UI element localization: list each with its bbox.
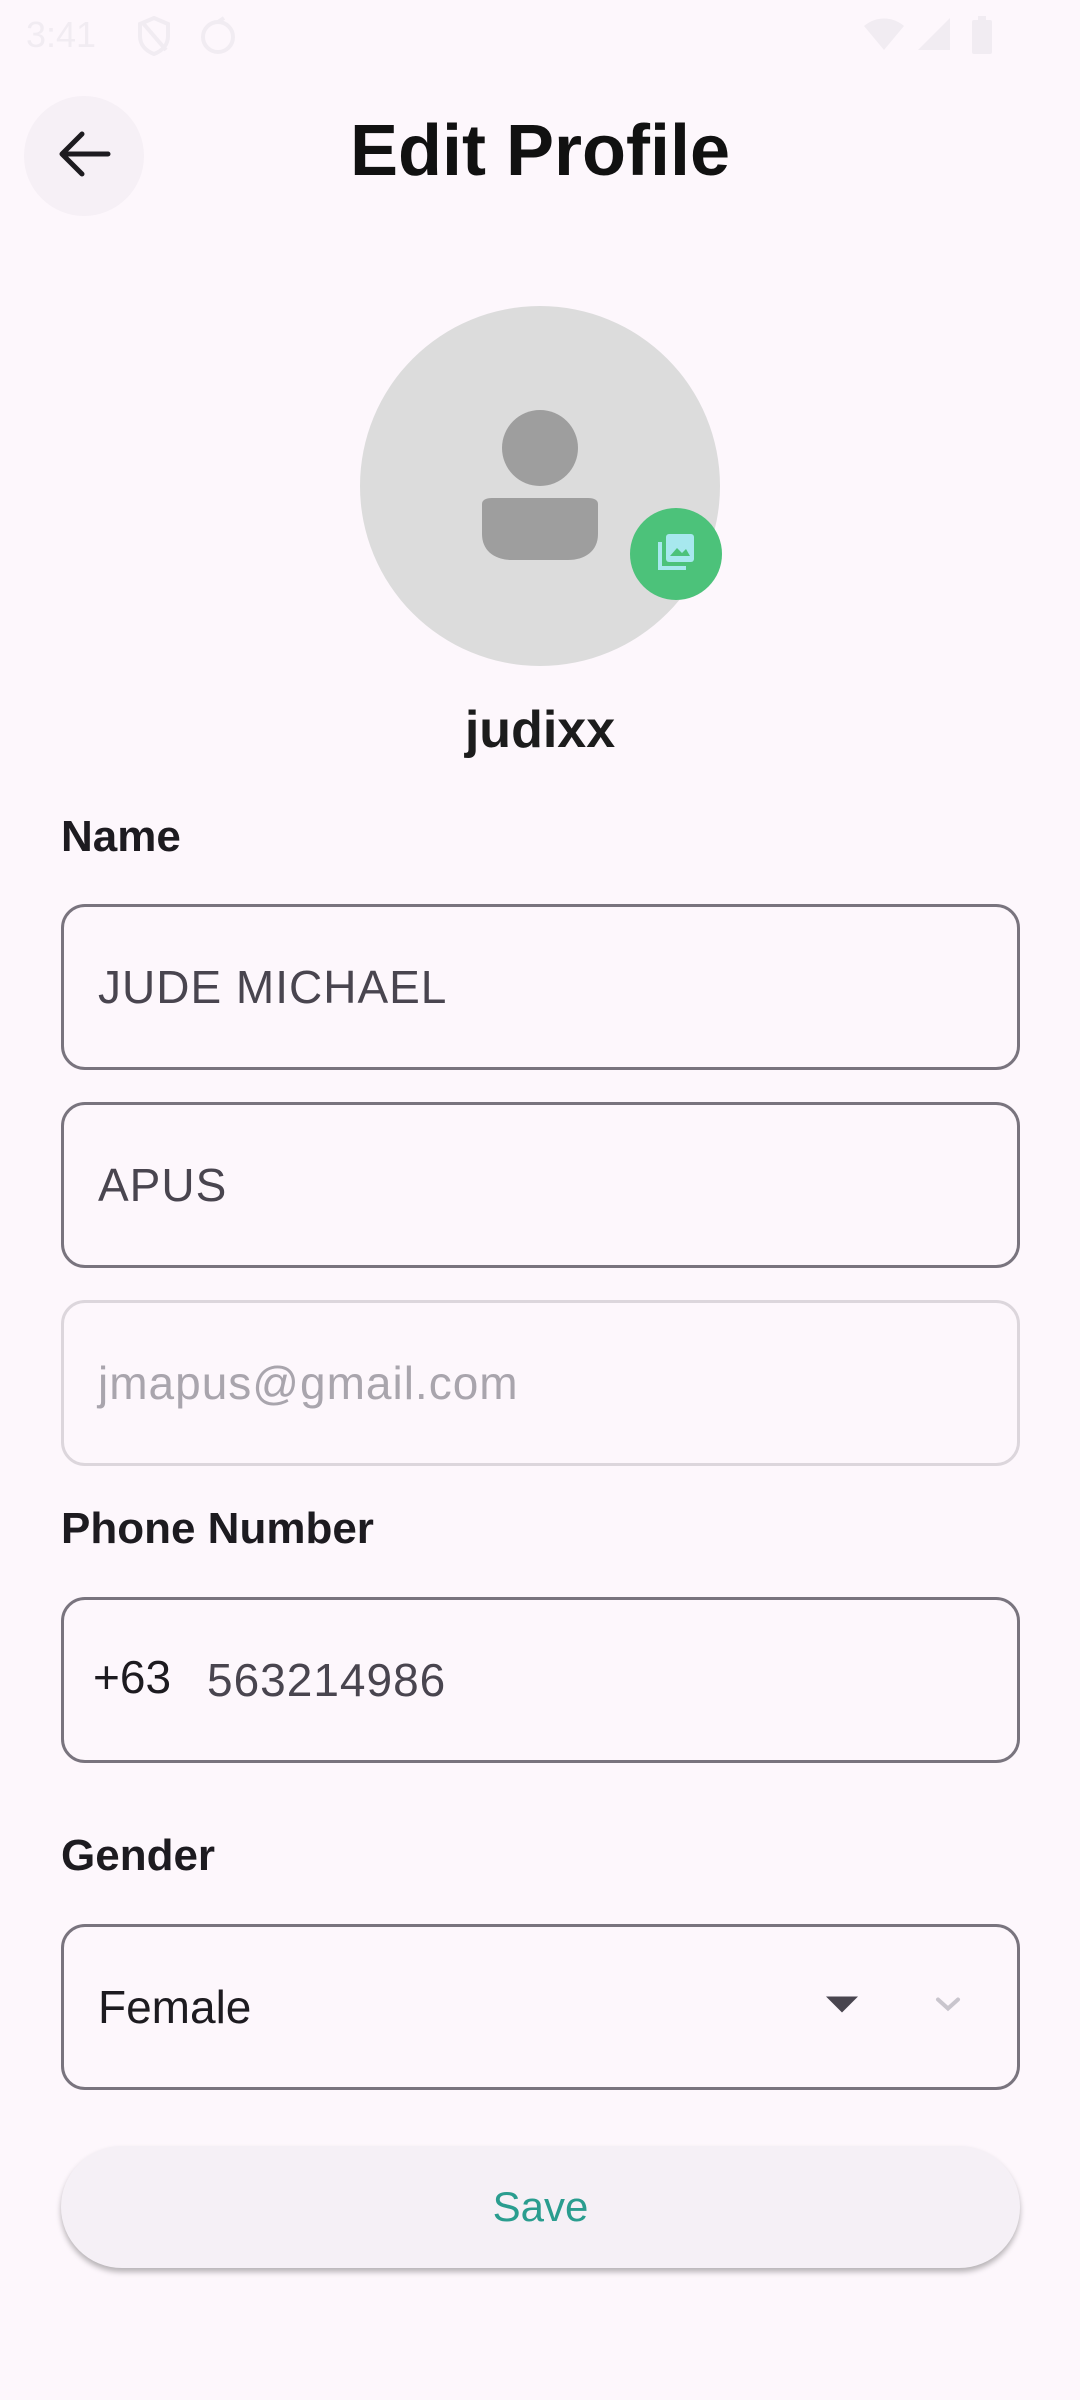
- phone-prefix: +63: [93, 1650, 172, 1703]
- image-gallery-icon: [654, 530, 698, 579]
- battery-icon: [970, 16, 994, 61]
- username: judixx: [464, 701, 616, 759]
- edit-photo-button[interactable]: [630, 508, 722, 600]
- email-field[interactable]: jmapus@gmail.com: [61, 1300, 1020, 1466]
- signal-icon: [916, 16, 952, 57]
- save-button[interactable]: Save: [61, 2146, 1020, 2268]
- avatar[interactable]: [360, 306, 720, 666]
- name-label: Name: [61, 812, 181, 861]
- dropdown-arrow-icon: [824, 1995, 860, 2020]
- gender-label: Gender: [61, 1831, 216, 1880]
- last-name-value: APUS: [98, 1159, 228, 1211]
- phone-field[interactable]: +63 563214986: [61, 1597, 1020, 1763]
- status-bar: 3:41: [0, 0, 1080, 72]
- page-title: Edit Profile: [349, 111, 731, 191]
- first-name-value: JUDE MICHAEL: [98, 961, 448, 1013]
- phone-label: Phone Number: [61, 1504, 374, 1553]
- email-value: jmapus@gmail.com: [98, 1357, 519, 1409]
- gender-selected-value: Female: [98, 1981, 252, 2033]
- chevron-down-icon: [934, 1996, 962, 2019]
- sync-icon: [198, 16, 238, 61]
- shield-icon: [136, 15, 172, 61]
- first-name-field[interactable]: JUDE MICHAEL: [61, 904, 1020, 1070]
- gender-dropdown[interactable]: Female: [61, 1924, 1020, 2090]
- phone-number-value: 563214986: [207, 1654, 447, 1706]
- last-name-field[interactable]: APUS: [61, 1102, 1020, 1268]
- status-time: 3:41: [26, 14, 97, 55]
- wifi-icon: [862, 16, 906, 57]
